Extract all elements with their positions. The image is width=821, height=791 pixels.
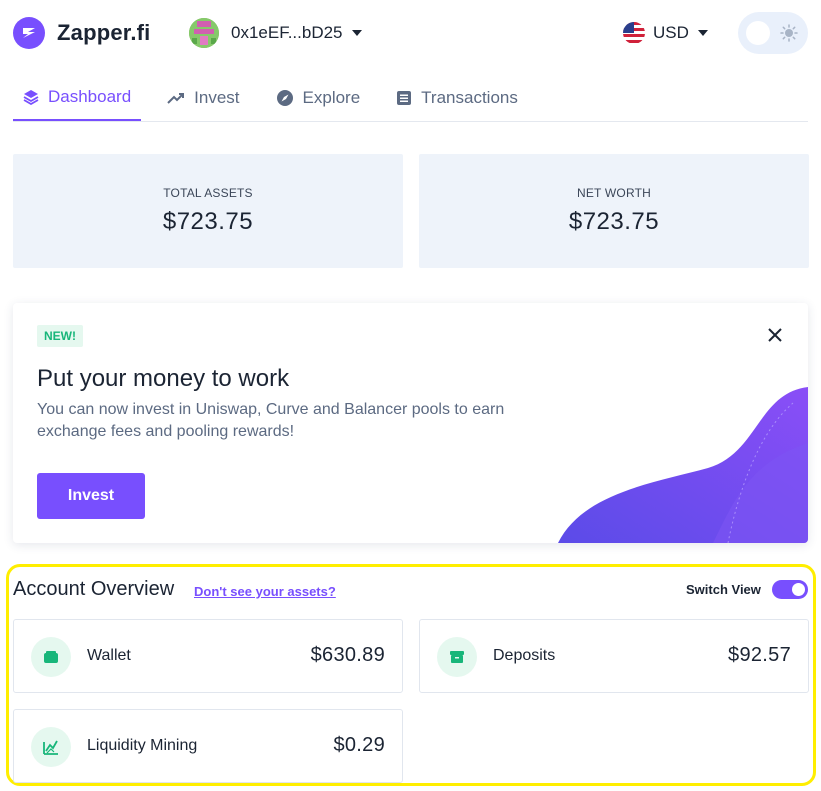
promo-card: NEW! Put your money to work You can now …	[13, 303, 808, 543]
new-badge: NEW!	[37, 325, 83, 347]
currency-selector[interactable]: USD	[623, 22, 708, 44]
chevron-down-icon	[697, 30, 708, 36]
wallet-icon	[31, 637, 71, 677]
net-worth-label: NET WORTH	[576, 186, 652, 200]
close-icon[interactable]	[765, 325, 785, 345]
wallet-card[interactable]: Wallet $630.89	[13, 619, 403, 693]
liquidity-mining-icon	[31, 727, 71, 767]
promo-title: Put your money to work	[37, 365, 290, 392]
tab-label: Invest	[194, 87, 240, 107]
zapper-logo-icon[interactable]	[13, 17, 45, 49]
account-name: Liquidity Mining	[87, 737, 198, 754]
missing-assets-link[interactable]: Don't see your assets?	[194, 584, 336, 599]
invest-button[interactable]: Invest	[37, 473, 145, 519]
trending-up-icon	[167, 92, 185, 104]
wallet-address: 0x1eEF...bD25	[231, 23, 343, 42]
toggle-knob	[792, 583, 805, 596]
layers-icon	[23, 89, 39, 105]
total-assets-value: $723.75	[162, 208, 254, 235]
promo-text: You can now invest in Uniswap, Curve and…	[37, 401, 505, 440]
decorative-wave-illustration	[558, 387, 808, 543]
main-tabs: Dashboard Invest Explore Transactions	[13, 74, 808, 122]
wallet-selector[interactable]: 0x1eEF...bD25	[189, 17, 362, 49]
deposit-box-icon	[437, 637, 477, 677]
deposits-card[interactable]: Deposits $92.57	[419, 619, 809, 693]
net-worth-value: $723.75	[568, 208, 660, 235]
tab-label: Transactions	[421, 87, 518, 107]
net-worth-card: NET WORTH $723.75	[419, 154, 809, 268]
account-value: $0.29	[333, 734, 385, 756]
tab-transactions[interactable]: Transactions	[386, 74, 528, 121]
account-name: Wallet	[87, 647, 131, 664]
us-flag-icon	[623, 22, 645, 44]
total-assets-label: TOTAL ASSETS	[163, 186, 253, 200]
toggle-knob	[746, 21, 770, 45]
total-assets-card: TOTAL ASSETS $723.75	[13, 154, 403, 268]
compass-icon	[276, 89, 293, 106]
liquidity-mining-card[interactable]: Liquidity Mining $0.29	[13, 709, 403, 783]
top-bar: Zapper.fi 0x1eEF...bD25 USD	[0, 0, 821, 70]
tab-invest[interactable]: Invest	[157, 74, 249, 121]
list-icon	[397, 90, 412, 105]
tab-label: Explore	[302, 87, 361, 107]
tab-explore[interactable]: Explore	[266, 74, 371, 121]
theme-toggle[interactable]	[738, 12, 808, 54]
switch-view-label: Switch View	[686, 582, 761, 597]
tab-dashboard[interactable]: Dashboard	[13, 74, 142, 121]
account-value: $630.89	[310, 644, 385, 666]
tab-label: Dashboard	[48, 86, 132, 106]
currency-label: USD	[653, 23, 689, 42]
switch-view-toggle[interactable]	[772, 580, 808, 599]
account-value: $92.57	[728, 644, 791, 666]
chevron-down-icon	[351, 30, 362, 36]
sun-icon	[780, 24, 798, 42]
avatar	[189, 18, 219, 48]
account-overview-title: Account Overview	[13, 578, 175, 600]
brand-name[interactable]: Zapper.fi	[57, 20, 151, 46]
account-name: Deposits	[493, 647, 556, 664]
